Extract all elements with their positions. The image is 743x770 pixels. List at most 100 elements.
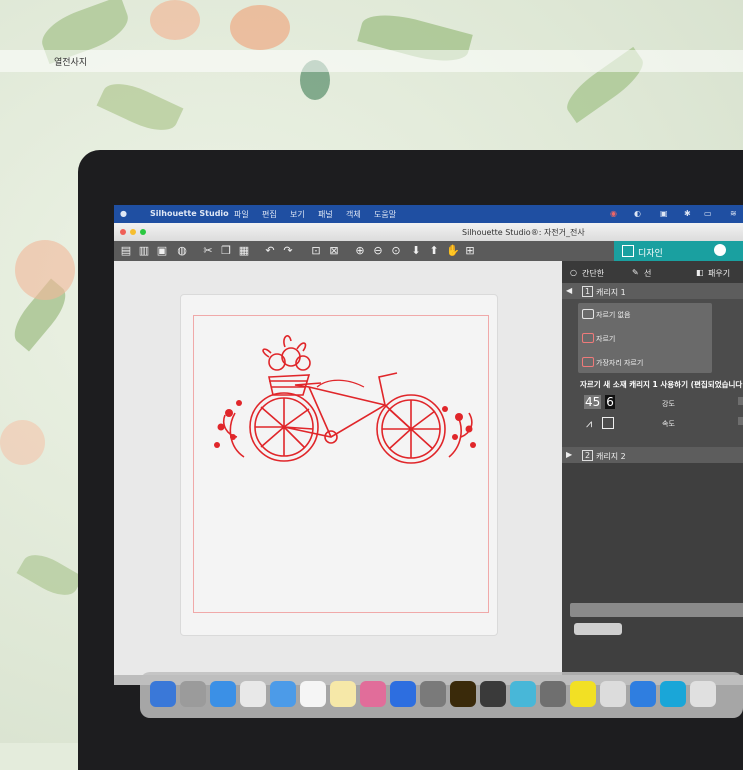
- pan-down-icon[interactable]: ⬇: [410, 245, 422, 257]
- app-menu[interactable]: Silhouette Studio: [150, 209, 229, 218]
- close-window-button[interactable]: [120, 229, 126, 235]
- preferences-icon[interactable]: [420, 681, 446, 707]
- redo-icon[interactable]: ↷: [282, 245, 294, 257]
- speed-label: 속도: [662, 420, 675, 428]
- tab-fill[interactable]: 패우기: [708, 268, 730, 279]
- design-canvas[interactable]: [114, 261, 562, 685]
- menu-file[interactable]: 파일: [234, 209, 249, 220]
- status-input-icon[interactable]: ▣: [660, 209, 668, 218]
- safari-icon[interactable]: [210, 681, 236, 707]
- send-button[interactable]: [574, 623, 622, 635]
- collapse-triangle-icon[interactable]: ◀: [566, 286, 572, 295]
- hand-tool-icon[interactable]: ✋: [446, 245, 460, 257]
- zoom-window-button[interactable]: [140, 229, 146, 235]
- page-2-header[interactable]: ▶ 2 캐리지 2: [562, 447, 743, 463]
- blade-icon[interactable]: ⩘: [586, 417, 592, 431]
- kakaotalk-icon[interactable]: [570, 681, 596, 707]
- panel-lower-area: [562, 463, 743, 685]
- force-label: 강도: [662, 400, 675, 408]
- double-cut-checkbox[interactable]: [602, 417, 614, 429]
- cut-action-icon[interactable]: [582, 333, 594, 343]
- laptop-screen: ● Silhouette Studio 파일 편집 보기 패널 객체 도움말 ◉…: [114, 205, 743, 685]
- zoom-in-icon[interactable]: ⊕: [354, 245, 366, 257]
- window-title: Silhouette Studio®: 자전거_전사: [462, 228, 585, 237]
- panel-tabs: ○ 간단한 ✎ 선 ◧ 패우기: [562, 261, 743, 283]
- print-icon[interactable]: ◍: [176, 245, 188, 257]
- wallpaper-flower: [15, 240, 75, 300]
- action-cut-edge[interactable]: 가장자리 자르기: [596, 358, 643, 368]
- battery-icon[interactable]: ▭: [704, 209, 712, 218]
- cut-edge-icon[interactable]: [582, 357, 594, 367]
- launchpad-icon[interactable]: [180, 681, 206, 707]
- copy-icon[interactable]: ❐: [220, 245, 232, 257]
- device-select-field[interactable]: [570, 603, 743, 617]
- silhouette-studio-icon[interactable]: [480, 681, 506, 707]
- pan-up-icon[interactable]: ⬆: [428, 245, 440, 257]
- bicycle-design[interactable]: [199, 317, 479, 497]
- network-icon[interactable]: [510, 681, 536, 707]
- document-icon[interactable]: [690, 681, 716, 707]
- open-file-icon[interactable]: ▥: [138, 245, 150, 257]
- fit-page-icon[interactable]: ⊞: [464, 245, 476, 257]
- tab-line-icon[interactable]: ✎: [632, 268, 639, 277]
- expand-triangle-icon[interactable]: ▶: [566, 450, 572, 459]
- zoom-out-icon[interactable]: ⊖: [372, 245, 384, 257]
- menu-help[interactable]: 도움말: [374, 209, 396, 220]
- cut-icon[interactable]: ✂: [202, 245, 214, 257]
- image-caption: 열전사지: [54, 58, 88, 68]
- paste-icon[interactable]: ▦: [238, 245, 250, 257]
- status-cloud-icon[interactable]: ◐: [634, 209, 641, 218]
- action-no-cut[interactable]: 자르기 없음: [596, 310, 630, 320]
- wallpaper-bird: [230, 5, 290, 50]
- action-cut[interactable]: 자르기: [596, 334, 615, 344]
- tab-simple[interactable]: 간단한: [582, 268, 604, 279]
- tab-simple-radio-icon[interactable]: ○: [570, 268, 577, 277]
- photos-icon[interactable]: [360, 681, 386, 707]
- tool-action-list: 자르기 없음 자르기 가장자리 자르기: [578, 303, 712, 373]
- apple-icon[interactable]: ●: [120, 209, 127, 218]
- wallpaper-leaf: [16, 547, 84, 603]
- wifi-icon[interactable]: ≋: [730, 209, 737, 218]
- app-store-icon[interactable]: [390, 681, 416, 707]
- archive-icon[interactable]: [540, 681, 566, 707]
- preview-icon[interactable]: [600, 681, 626, 707]
- menu-view[interactable]: 보기: [290, 209, 305, 220]
- chrome-icon[interactable]: [240, 681, 266, 707]
- bluetooth-icon[interactable]: ✱: [684, 209, 691, 218]
- cutting-mat: [180, 294, 498, 636]
- menu-panel[interactable]: 패널: [318, 209, 333, 220]
- page-1-header[interactable]: ◀ 1 캐리지 1: [562, 283, 743, 299]
- deselect-icon[interactable]: ⊠: [328, 245, 340, 257]
- page-1-label: 캐리지 1: [596, 288, 626, 297]
- skype-icon[interactable]: [660, 681, 686, 707]
- calendar-icon[interactable]: [300, 681, 326, 707]
- grid-icon: [622, 245, 634, 257]
- mac-dock: [140, 672, 743, 718]
- force-slider[interactable]: [738, 397, 743, 405]
- browser-icon[interactable]: [630, 681, 656, 707]
- design-tab[interactable]: 디자인: [614, 241, 743, 261]
- notes-icon[interactable]: [330, 681, 356, 707]
- tab-line[interactable]: 선: [644, 268, 651, 279]
- tab-fill-icon[interactable]: ◧: [696, 268, 704, 277]
- status-app-icon[interactable]: ◉: [610, 209, 617, 218]
- speed-slider[interactable]: [738, 417, 743, 425]
- page-1-number: 1: [582, 286, 594, 297]
- page-2-number: 2: [582, 450, 594, 461]
- illustrator-icon[interactable]: [450, 681, 476, 707]
- undo-icon[interactable]: ↶: [264, 245, 276, 257]
- store-icon[interactable]: [714, 244, 726, 256]
- menu-edit[interactable]: 편집: [262, 209, 277, 220]
- save-icon[interactable]: ▣: [156, 245, 168, 257]
- minimize-window-button[interactable]: [130, 229, 136, 235]
- no-cut-icon[interactable]: [582, 309, 594, 319]
- menu-object[interactable]: 객체: [346, 209, 361, 220]
- page-2-label: 캐리지 2: [596, 452, 626, 461]
- mail-icon[interactable]: [270, 681, 296, 707]
- select-all-icon[interactable]: ⊡: [310, 245, 322, 257]
- finder-icon[interactable]: [150, 681, 176, 707]
- new-file-icon[interactable]: ▤: [120, 245, 132, 257]
- digit-display: 45 6: [584, 395, 615, 409]
- mac-menubar: ● Silhouette Studio 파일 편집 보기 패널 객체 도움말 ◉…: [114, 205, 743, 223]
- zoom-select-icon[interactable]: ⊙: [390, 245, 402, 257]
